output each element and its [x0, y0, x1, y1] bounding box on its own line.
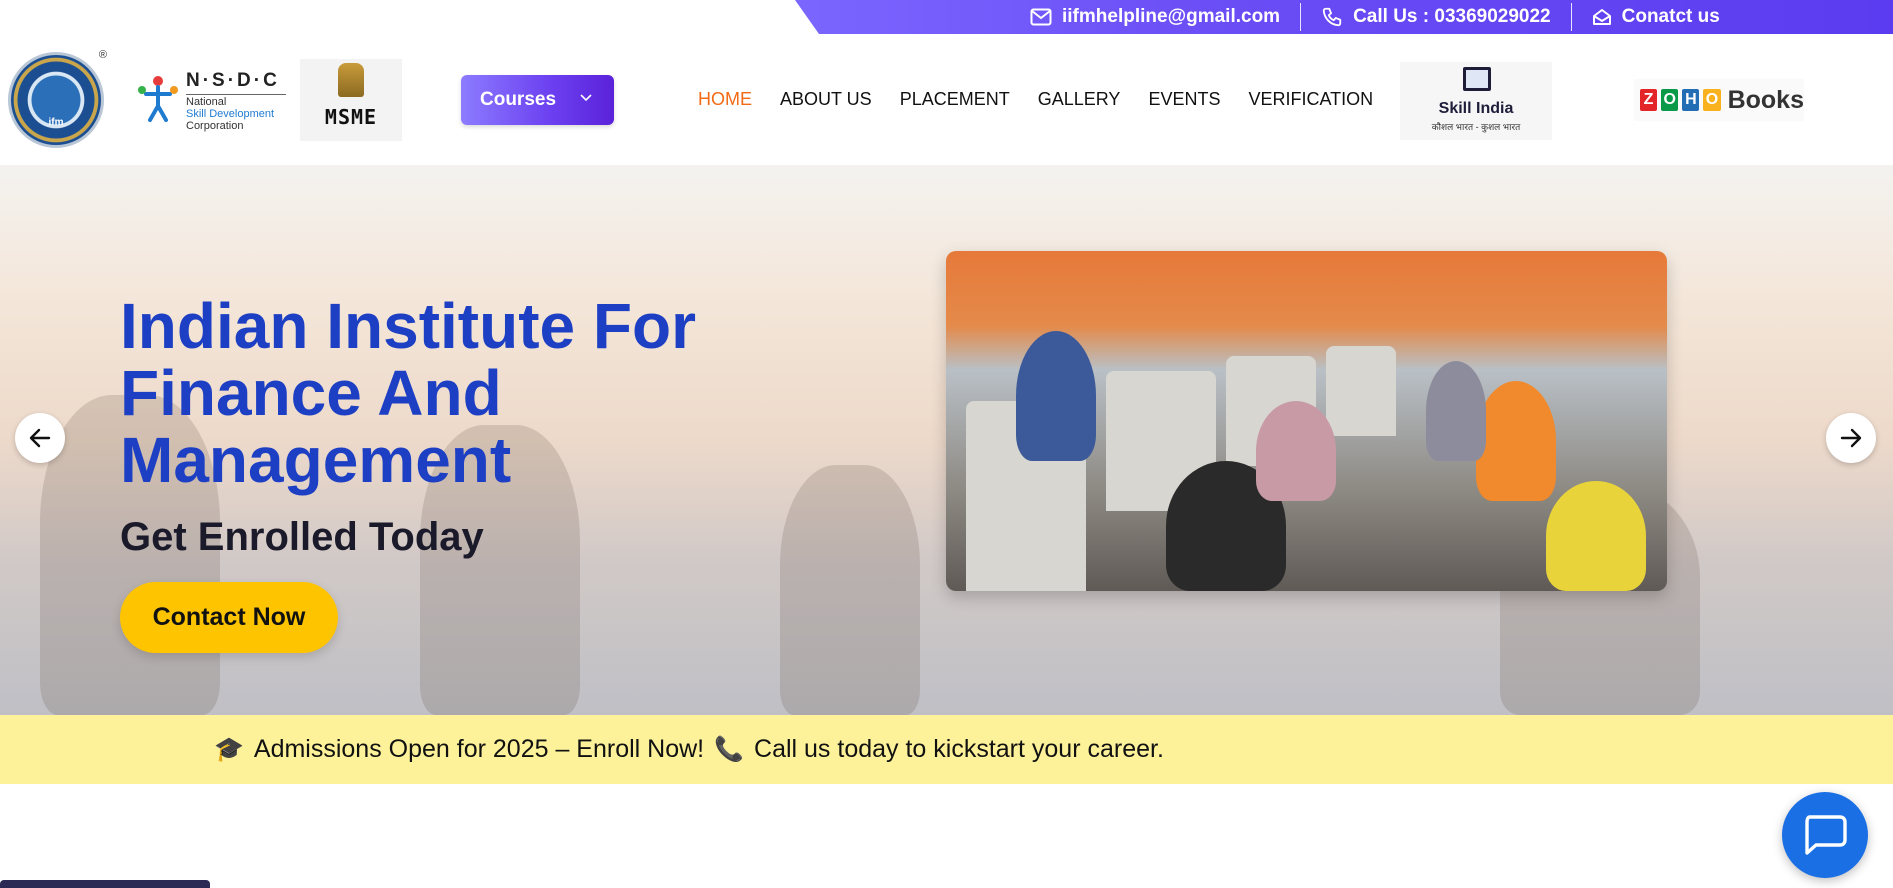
nav-about-us[interactable]: ABOUT US	[780, 89, 872, 110]
phone-receiver-icon: 📞	[714, 736, 745, 763]
nsdc-line-2: Skill Development	[186, 108, 275, 120]
nav-home[interactable]: HOME	[698, 89, 752, 110]
slider-prev-button[interactable]	[15, 413, 65, 463]
contact-link[interactable]: Conatct us	[1572, 3, 1740, 31]
main-nav: HOME ABOUT US PLACEMENT GALLERY EVENTS V…	[698, 89, 1401, 110]
people-figures-icon	[138, 76, 178, 122]
hero-title: Indian Institute For Finance And Managem…	[120, 293, 840, 494]
contact-now-button[interactable]: Contact Now	[120, 582, 338, 653]
photo-person	[1426, 361, 1486, 461]
zoho-books-text: Books	[1727, 85, 1804, 114]
chat-widget-button[interactable]	[1782, 792, 1868, 878]
hero-title-line-1: Indian Institute For	[120, 290, 696, 362]
contact-text: Conatct us	[1621, 6, 1720, 27]
slider-next-button[interactable]	[1826, 413, 1876, 463]
divider	[186, 94, 286, 95]
background-figure	[780, 465, 920, 715]
chat-bubble-icon	[1805, 815, 1847, 855]
hero-title-line-2: Finance And	[120, 357, 502, 429]
graduation-cap-icon: 🎓	[214, 736, 244, 763]
iifm-logo[interactable]: ® ifm	[8, 49, 107, 148]
mail-icon	[1030, 8, 1052, 26]
call-text: Call Us : 03369029022	[1353, 6, 1551, 27]
zoho-letter-z: Z	[1640, 89, 1658, 111]
email-link[interactable]: iifmhelpline@gmail.com	[1010, 3, 1300, 31]
arrow-left-icon	[29, 428, 51, 448]
ticker-text-admissions: Admissions Open for 2025 – Enroll Now!	[253, 735, 705, 763]
photo-person	[1546, 481, 1646, 591]
announcement-ticker: 🎓 Admissions Open for 2025 – Enroll Now!…	[0, 715, 1893, 784]
national-emblem-icon	[338, 63, 364, 97]
nav-placement[interactable]: PLACEMENT	[900, 89, 1010, 110]
skill-india-tagline: कौशल भारत - कुशल भारत	[1431, 122, 1521, 132]
arrow-right-icon	[1840, 428, 1862, 448]
hero-title-line-3: Management	[120, 424, 512, 496]
nsdc-line-1: National	[186, 96, 227, 108]
zoho-letter-h: H	[1682, 89, 1700, 111]
registered-mark-icon: ®	[98, 49, 107, 61]
ticker-text-call: Call us today to kickstart your career.	[754, 735, 1164, 763]
nsdc-subtitle: National Skill Development Corporation	[186, 96, 274, 132]
iifm-logo-text: ifm	[48, 117, 64, 128]
nav-events[interactable]: EVENTS	[1148, 89, 1220, 110]
phone-icon	[1322, 7, 1342, 27]
ticker-content: 🎓 Admissions Open for 2025 – Enroll Now!…	[214, 735, 1164, 764]
nsdc-title: N·S·D·C	[186, 70, 280, 91]
skill-india-logo: Skill India कौशल भारत - कुशल भारत	[1400, 62, 1552, 140]
bottom-corner-tab[interactable]	[0, 880, 210, 888]
msme-logo: MSME	[300, 59, 402, 141]
chevron-down-icon	[580, 94, 592, 102]
top-contact-bar: iifmhelpline@gmail.com Call Us : 0336902…	[795, 0, 1893, 34]
nav-verification[interactable]: VERIFICATION	[1248, 89, 1373, 110]
hero-subtitle: Get Enrolled Today	[120, 515, 484, 559]
photo-cubicle	[1326, 346, 1396, 436]
call-link[interactable]: Call Us : 03369029022	[1301, 3, 1571, 31]
msme-wordmark: MSME	[324, 105, 378, 129]
email-text: iifmhelpline@gmail.com	[1062, 6, 1281, 27]
photo-person	[1476, 381, 1556, 501]
computer-figure-icon	[1463, 67, 1491, 91]
skill-india-text: Skill India	[1438, 100, 1514, 117]
nav-gallery[interactable]: GALLERY	[1038, 89, 1121, 110]
open-envelope-icon	[1592, 9, 1611, 25]
site-header: ® ifm N·S·D·C National Skill Development…	[0, 34, 1893, 165]
photo-person	[1256, 401, 1336, 501]
photo-person	[1016, 331, 1096, 461]
zoho-books-logo: Z O H O Books	[1634, 79, 1804, 121]
hero-slider: Indian Institute For Finance And Managem…	[0, 165, 1893, 715]
classroom-photo	[946, 251, 1667, 591]
courses-dropdown-button[interactable]: Courses	[461, 75, 614, 125]
zoho-letter-o2: O	[1703, 89, 1721, 111]
nsdc-logo: N·S·D·C National Skill Development Corpo…	[130, 68, 290, 132]
zoho-letter-o: O	[1661, 89, 1679, 111]
nsdc-line-3: Corporation	[186, 120, 244, 132]
courses-label: Courses	[480, 89, 557, 110]
